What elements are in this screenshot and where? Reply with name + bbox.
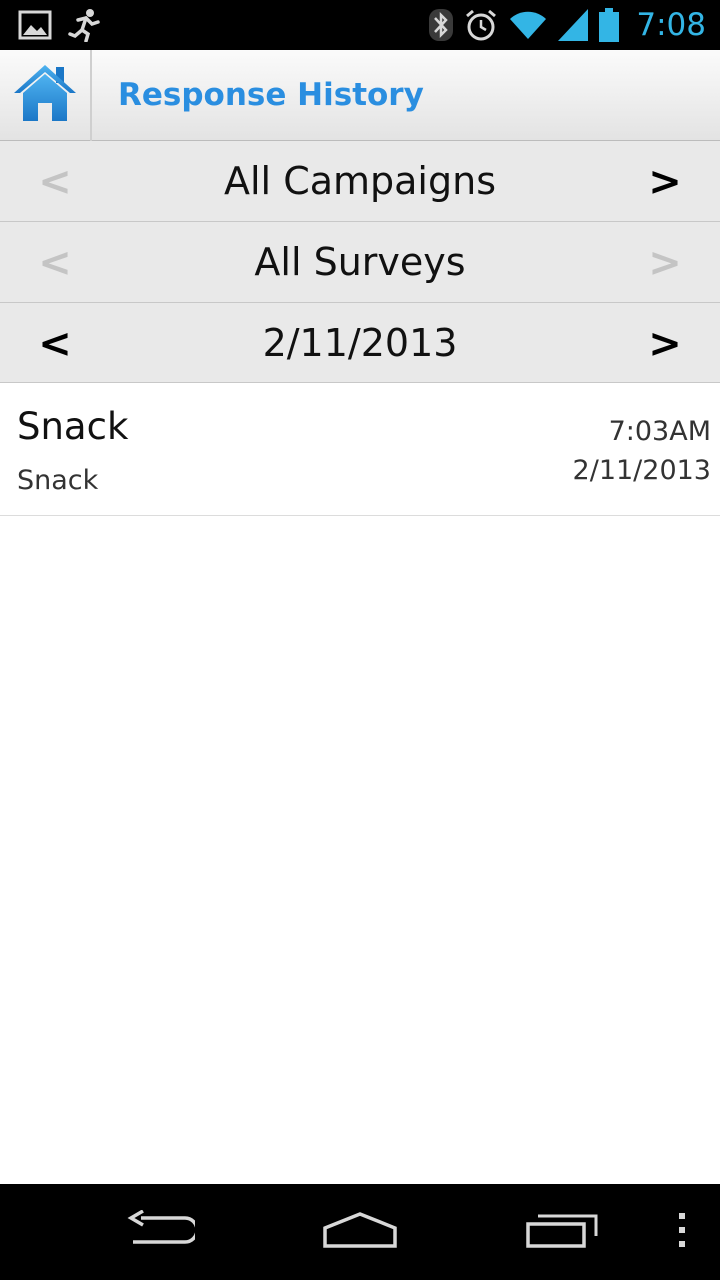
home-nav-button[interactable] (300, 1184, 420, 1280)
overflow-menu-button[interactable] (660, 1184, 704, 1280)
page-title: Response History (118, 77, 424, 113)
prev-date-button[interactable]: < (20, 303, 90, 384)
next-date-button[interactable]: > (630, 303, 700, 384)
home-icon (12, 63, 78, 128)
campaign-filter: < All Campaigns > (0, 141, 720, 222)
status-bar: 7:08 (0, 0, 720, 50)
overflow-menu-icon (677, 1212, 687, 1252)
signal-icon (558, 9, 589, 41)
response-subtitle: Snack (17, 465, 99, 496)
back-button[interactable] (100, 1184, 220, 1280)
prev-campaign-button[interactable]: < (20, 141, 90, 222)
bluetooth-icon (428, 8, 454, 42)
wifi-icon (508, 9, 548, 41)
campaign-label: All Campaigns (224, 159, 496, 203)
home-icon (322, 1210, 398, 1255)
image-icon (18, 10, 52, 40)
response-title: Snack (17, 405, 129, 448)
date-filter: < 2/11/2013 > (0, 303, 720, 383)
recent-apps-icon (526, 1212, 598, 1253)
clock-time: 7:08 (636, 7, 706, 43)
alarm-icon (464, 8, 498, 42)
prev-survey-button[interactable]: < (20, 222, 90, 303)
date-label: 2/11/2013 (262, 320, 458, 365)
list-item[interactable]: Snack Snack 7:03AM 2/11/2013 (0, 383, 720, 516)
response-time: 7:03AM (608, 416, 711, 447)
survey-filter: < All Surveys > (0, 222, 720, 303)
running-person-icon (68, 8, 102, 42)
action-bar: Response History (0, 49, 720, 141)
response-date: 2/11/2013 (572, 455, 711, 486)
system-nav-bar (0, 1184, 720, 1280)
back-icon (125, 1208, 199, 1255)
home-button[interactable] (0, 49, 92, 141)
battery-icon (598, 8, 620, 42)
recent-apps-button[interactable] (502, 1184, 622, 1280)
next-campaign-button[interactable]: > (630, 141, 700, 222)
next-survey-button[interactable]: > (630, 222, 700, 303)
survey-label: All Surveys (254, 240, 466, 284)
